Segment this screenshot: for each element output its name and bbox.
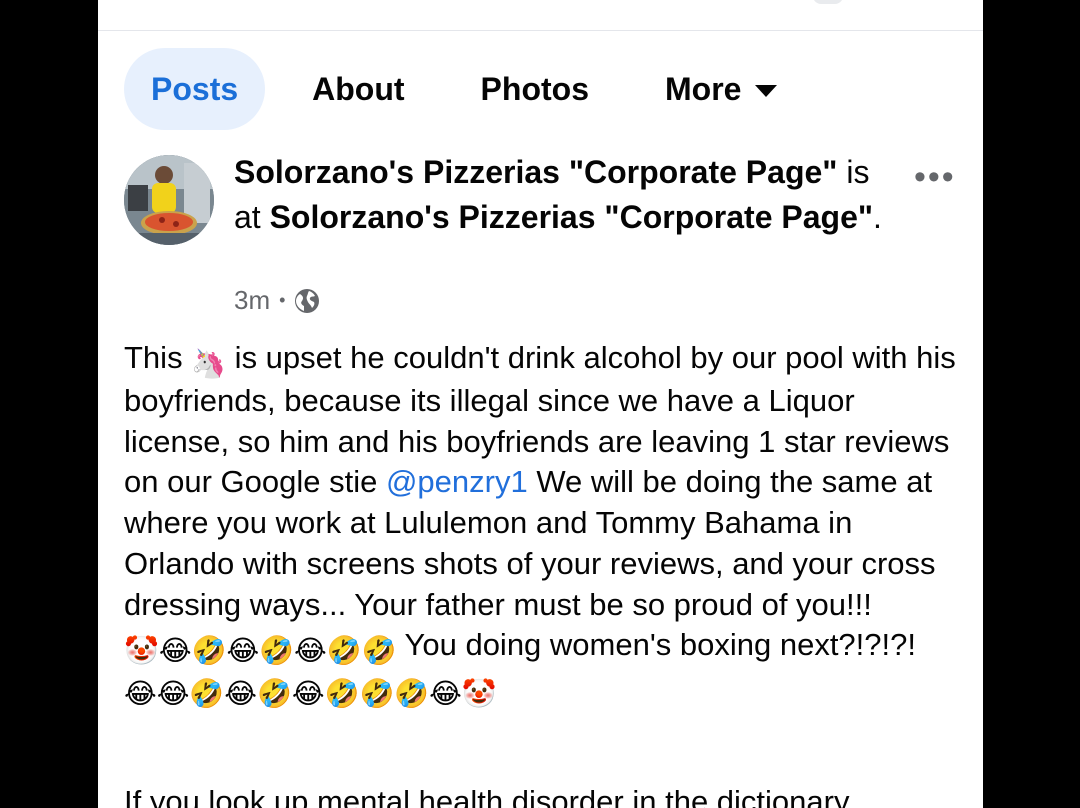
post-time[interactable]: 3m — [234, 285, 270, 316]
tab-more[interactable]: More — [638, 48, 804, 130]
unicorn-emoji: 🦄 — [191, 347, 227, 380]
tab-photos[interactable]: Photos — [454, 48, 616, 130]
tab-posts-label: Posts — [151, 70, 239, 107]
profile-tabs: Posts About Photos More — [124, 48, 804, 130]
tab-more-label: More — [664, 70, 742, 107]
emoji-row-1: 🤡😂🤣😂🤣😂🤣🤣 — [124, 634, 397, 668]
caret-down-icon — [755, 85, 778, 97]
tab-about[interactable]: About — [285, 48, 431, 130]
post-body: This 🦄 is upset he couldn't drink alcoho… — [124, 338, 964, 711]
body-text-1: This — [124, 340, 192, 375]
emoji-row-2: 😂😂🤣😂🤣😂🤣🤣🤣😂🤡 — [124, 677, 497, 711]
tab-photos-label: Photos — [480, 70, 589, 107]
avatar-photo — [124, 155, 214, 245]
meta-separator: • — [279, 290, 286, 310]
author-avatar[interactable] — [124, 155, 214, 245]
globe-icon — [295, 288, 320, 313]
body-text-4: You doing women's boxing next?!?!?! — [396, 627, 916, 663]
tab-posts[interactable]: Posts — [124, 48, 266, 130]
post-body-paragraph-2: If you look up mental health disorder in… — [124, 784, 850, 808]
facebook-page-frame: Posts About Photos More Solorzano's Pizz… — [98, 0, 983, 808]
post-meta: 3m • — [234, 285, 320, 316]
post-header: Solorzano's Pizzerias "Corporate Page" i… — [234, 150, 884, 240]
tab-about-label: About — [312, 70, 405, 107]
author-name[interactable]: Solorzano's Pizzerias "Corporate Page" — [234, 154, 837, 190]
mention-link[interactable]: @penzry1 — [386, 464, 528, 499]
location-name[interactable]: Solorzano's Pizzerias "Corporate Page" — [270, 199, 873, 235]
top-partial-element — [813, 0, 843, 4]
header-period: . — [873, 199, 882, 235]
more-dots-icon[interactable]: ••• — [914, 160, 956, 194]
divider — [98, 30, 983, 31]
